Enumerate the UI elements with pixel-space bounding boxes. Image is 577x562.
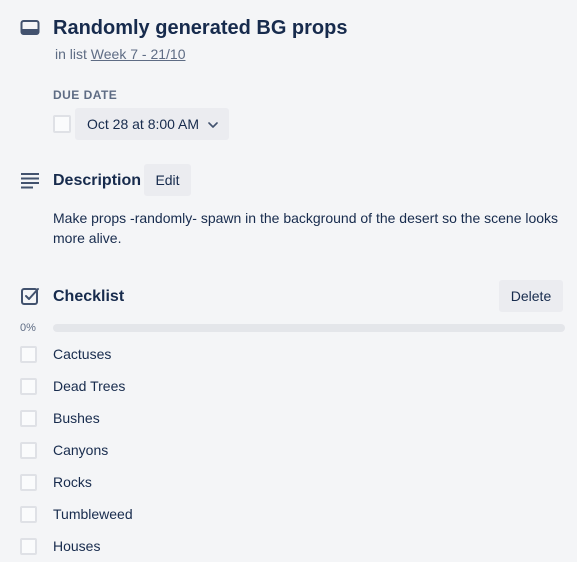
- checklist-item[interactable]: Bushes: [20, 406, 565, 430]
- in-list-info: in list Week 7 - 21/10: [55, 46, 185, 62]
- description-lines-icon: [20, 170, 40, 190]
- checklist-item-checkbox[interactable]: [20, 409, 37, 427]
- checklist-item-label[interactable]: Dead Trees: [53, 378, 125, 394]
- in-list-prefix: in list: [55, 46, 87, 62]
- due-date-button[interactable]: Oct 28 at 8:00 AM: [75, 108, 230, 140]
- checklist-item-label[interactable]: Rocks: [53, 474, 92, 490]
- checklist-item[interactable]: Houses: [20, 534, 565, 558]
- checklist-item-label[interactable]: Canyons: [53, 442, 108, 458]
- due-date-value: Oct 28 at 8:00 AM: [87, 116, 200, 132]
- checklist-item[interactable]: Cactuses: [20, 342, 565, 366]
- due-date-label: DUE DATE: [53, 88, 118, 102]
- description-heading: Description: [53, 172, 142, 189]
- due-date-complete-checkbox[interactable]: [53, 115, 71, 133]
- checklist-delete-button[interactable]: Delete: [499, 280, 563, 312]
- checklist-item-checkbox[interactable]: [20, 377, 37, 395]
- checklist-progress-bar: [53, 324, 565, 332]
- checklist-item-checkbox[interactable]: [20, 441, 37, 459]
- checklist-item[interactable]: Rocks: [20, 470, 565, 494]
- card-detail: Randomly generated BG props in list Week…: [0, 0, 577, 562]
- checklist-item-label[interactable]: Tumbleweed: [53, 506, 133, 522]
- checklist-item-label[interactable]: Bushes: [53, 410, 100, 426]
- checklist-checkbox-icon: [20, 286, 40, 306]
- checklist-progress-percent: 0%: [20, 322, 36, 334]
- list-link[interactable]: Week 7 - 21/10: [91, 46, 186, 62]
- checklist-item-checkbox[interactable]: [20, 537, 37, 555]
- card-title[interactable]: Randomly generated BG props: [53, 16, 348, 40]
- checklist-item-label[interactable]: Houses: [53, 538, 100, 554]
- due-date-row: Oct 28 at 8:00 AM: [53, 108, 230, 140]
- description-text[interactable]: Make props -randomly- spawn in the backg…: [53, 208, 568, 248]
- checklist-item-checkbox[interactable]: [20, 473, 37, 491]
- description-edit-button[interactable]: Edit: [144, 164, 191, 196]
- checklist-heading[interactable]: Checklist: [53, 287, 124, 307]
- checklist-item-checkbox[interactable]: [20, 505, 37, 523]
- chevron-down-icon: [207, 118, 219, 130]
- checklist-item-checkbox[interactable]: [20, 345, 37, 363]
- checklist-item[interactable]: Canyons: [20, 438, 565, 462]
- checklist-item[interactable]: Tumbleweed: [20, 502, 565, 526]
- card-icon: [20, 18, 40, 38]
- checklist-item[interactable]: Dead Trees: [20, 374, 565, 398]
- checklist-item-label[interactable]: Cactuses: [53, 346, 111, 362]
